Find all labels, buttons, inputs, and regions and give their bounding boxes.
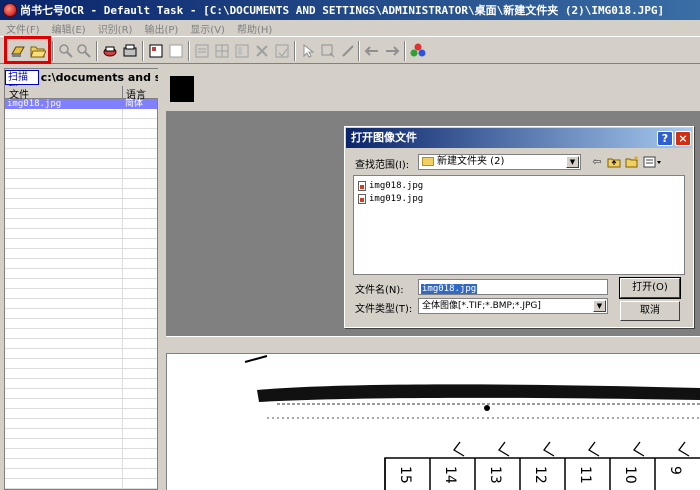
column-number-label: 14 <box>442 466 458 484</box>
cancel-button[interactable]: 取消 <box>620 301 680 321</box>
scan-icon[interactable] <box>8 41 28 61</box>
layout-icon[interactable] <box>146 41 166 61</box>
file-browser-list: img018.jpg img019.jpg <box>353 175 685 275</box>
menu-edit[interactable]: 编辑(E) <box>46 21 92 36</box>
lookin-label: 查找范围(I): <box>355 160 410 171</box>
close-button[interactable]: × <box>675 131 691 146</box>
file-list-header: 文件 语言 <box>5 86 159 101</box>
column-number-label: 10 <box>622 466 638 484</box>
filename-label: 文件名(N): <box>355 285 404 296</box>
file-name: img018.jpg <box>7 99 62 109</box>
file-panel: 扫描到: c:\documents and setti 文件 语言 img018… <box>4 68 159 490</box>
help-button[interactable]: ? <box>657 131 673 146</box>
file-list-item[interactable]: img018.jpg 简体 <box>5 99 157 109</box>
filename-value: img018.jpg <box>421 284 478 294</box>
toolbar <box>0 36 700 64</box>
prev-icon[interactable] <box>362 41 382 61</box>
file-list: img018.jpg 简体 <box>5 99 157 489</box>
menu-output[interactable]: 输出(P) <box>138 21 184 36</box>
open-button[interactable]: 打开(O) <box>619 277 681 299</box>
horizontal-splitter[interactable] <box>166 336 700 354</box>
menu-help[interactable]: 帮助(H) <box>231 21 278 36</box>
chevron-down-icon[interactable]: ▼ <box>566 156 579 168</box>
menu-bar: 文件(F) 编辑(E) 识别(R) 输出(P) 显示(V) 帮助(H) <box>0 20 700 36</box>
layout-2-icon[interactable] <box>166 41 186 61</box>
zoom-in-icon[interactable] <box>56 41 76 61</box>
title-bar: 尚书七号OCR - Default Task - [C:\DOCUMENTS A… <box>0 0 700 20</box>
delete-box-icon[interactable] <box>252 41 272 61</box>
scanned-document-image: 15 14 13 12 11 10 9 <box>244 355 700 490</box>
select-icon[interactable] <box>298 41 318 61</box>
filetype-label: 文件类型(T): <box>355 304 413 315</box>
open-file-icon[interactable] <box>28 41 48 61</box>
folder-icon <box>422 157 434 166</box>
back-icon[interactable]: ⇦ <box>590 155 604 169</box>
page-thumbnail[interactable] <box>170 76 194 102</box>
lookin-value: 新建文件夹 (2) <box>437 156 505 167</box>
file-item[interactable]: img019.jpg <box>358 193 423 205</box>
chevron-down-icon[interactable]: ▼ <box>593 300 606 312</box>
column-number-label: 13 <box>487 466 503 484</box>
color-icon[interactable] <box>408 41 428 61</box>
menu-file[interactable]: 文件(F) <box>0 21 46 36</box>
lookin-dropdown[interactable]: 新建文件夹 (2) ▼ <box>418 154 581 170</box>
save-box-icon[interactable] <box>272 41 292 61</box>
new-folder-icon[interactable] <box>625 155 639 169</box>
vertical-splitter[interactable] <box>158 64 166 490</box>
filetype-value: 全体图像[*.TIF;*.BMP;*.JPG] <box>422 301 541 311</box>
image-file-icon <box>358 181 366 191</box>
open-image-dialog: 打开图像文件 ? × 查找范围(I): 新建文件夹 (2) ▼ ⇦ img018… <box>344 126 694 328</box>
scan-path: c:\documents and setti <box>40 71 159 84</box>
recognize-icon[interactable] <box>100 41 120 61</box>
image-file-icon <box>358 194 366 204</box>
file-item-name: img018.jpg <box>369 181 424 191</box>
filetype-dropdown[interactable]: 全体图像[*.TIF;*.BMP;*.JPG] ▼ <box>418 298 608 314</box>
column-number-label: 11 <box>577 466 593 484</box>
file-language: 简体 <box>125 99 144 109</box>
dialog-title: 打开图像文件 <box>351 131 417 144</box>
output-icon[interactable] <box>120 41 140 61</box>
rotate-icon[interactable] <box>318 41 338 61</box>
next-icon[interactable] <box>382 41 402 61</box>
menu-view[interactable]: 显示(V) <box>184 21 231 36</box>
thumbnail-area <box>166 64 700 112</box>
column-number-label: 12 <box>532 466 548 484</box>
window-title: 尚书七号OCR - Default Task - [C:\DOCUMENTS A… <box>20 4 665 17</box>
column-number-label: 15 <box>397 466 413 484</box>
scan-to-button[interactable]: 扫描到: <box>5 70 39 96</box>
table-box-icon[interactable] <box>212 41 232 61</box>
view-menu-icon[interactable] <box>643 155 663 169</box>
column-number-label: 9 <box>667 466 683 475</box>
text-box-icon[interactable] <box>192 41 212 61</box>
scan-to-row: 扫描到: c:\documents and setti <box>5 69 159 96</box>
up-folder-icon[interactable] <box>607 155 621 169</box>
image-box-icon[interactable] <box>232 41 252 61</box>
dialog-title-bar: 打开图像文件 ? × <box>346 128 692 148</box>
file-item[interactable]: img018.jpg <box>358 180 423 192</box>
menu-recognize[interactable]: 识别(R) <box>92 21 139 36</box>
filename-input[interactable]: img018.jpg <box>418 279 608 295</box>
zoom-out-icon[interactable] <box>74 41 94 61</box>
file-item-name: img019.jpg <box>369 194 424 204</box>
pen-icon[interactable] <box>338 41 358 61</box>
app-icon <box>3 3 17 17</box>
document-image-view: 15 14 13 12 11 10 9 <box>166 354 700 490</box>
